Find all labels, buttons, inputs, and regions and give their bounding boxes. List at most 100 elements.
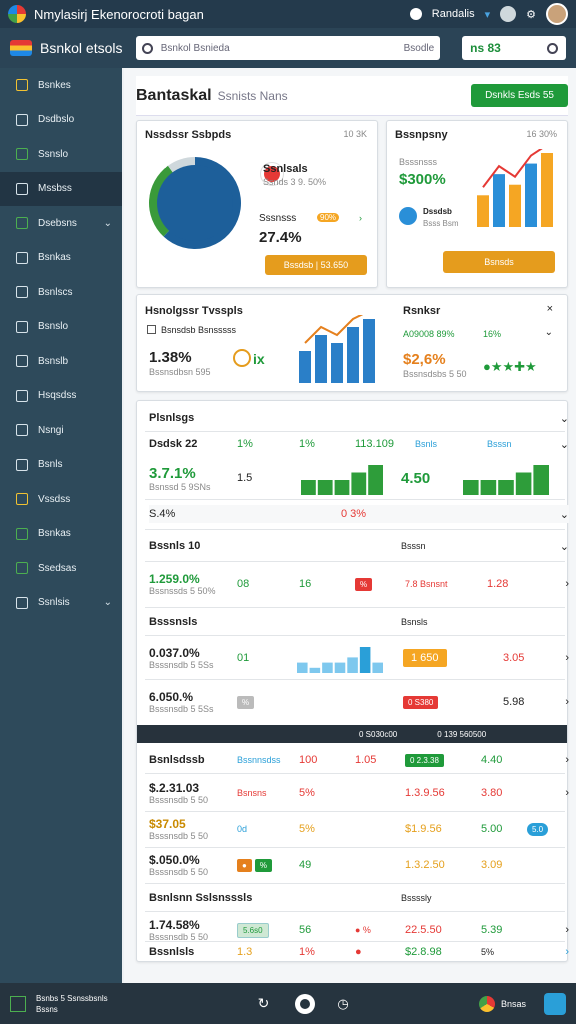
row-c: $2.8.98 — [405, 946, 442, 958]
bar — [541, 153, 553, 227]
sidebar-item-label: Vssdss — [38, 493, 71, 505]
sidebar-item[interactable]: Dsebsns ⌄ — [0, 206, 122, 241]
divider — [145, 607, 565, 608]
sidebar-item-icon — [16, 217, 28, 230]
chevron-down-icon[interactable]: ▾ — [485, 8, 491, 21]
chevron-down-icon[interactable]: ⌄ — [560, 412, 569, 425]
chevron-down-icon[interactable]: ⌄ — [104, 597, 112, 608]
row-d: 5.00 — [481, 823, 503, 835]
settings-icon[interactable]: ⚙ — [526, 8, 536, 21]
table-row[interactable]: 1.259.0% Bssnssds 5 50% 08 16 % 7.8 Bsns… — [149, 567, 569, 601]
sidebar-item[interactable]: Ssnlsis ⌄ — [0, 586, 122, 621]
page-header: Bantaskal Ssnists Nans Dsnkls Esds 55 — [136, 76, 568, 116]
table-row[interactable]: 0.037.0% Bsssnsdb 5 5Ss 01 1 650 3.05 › — [149, 641, 569, 675]
avatar[interactable] — [546, 3, 568, 25]
sidebar-item[interactable]: Hsqsdss — [0, 379, 122, 414]
user-label[interactable]: Randalis — [432, 8, 475, 20]
bar-chart — [463, 465, 549, 495]
row-small: Bsssnsdb 5 50 — [149, 831, 209, 841]
sidebar-item[interactable]: Vssdss — [0, 482, 122, 517]
row-a: 08 — [237, 578, 250, 590]
table-row[interactable]: 1.74.58% Bsssnsdb 5 50 5.6s0 56 ● % 22.5… — [149, 917, 569, 943]
table-row[interactable]: Dsdsk 22 1% 1% 113.109 Bsnls Bsssn ⌄ — [149, 435, 569, 453]
sidebar-item-icon — [16, 527, 28, 540]
table-row[interactable]: $37.05 Bsssnsdb 5 50 0d 5% $1.9.56 5.00 … — [149, 815, 569, 843]
page-title: Bantaskal — [136, 86, 212, 104]
row-c: $1.9.56 — [405, 823, 442, 835]
divider — [145, 883, 565, 884]
row-c: 1.3.9.56 — [405, 787, 445, 799]
sidebar-item[interactable]: Bsnkas — [0, 517, 122, 552]
chevron-right-icon[interactable]: › — [565, 946, 569, 958]
section-label: Bssnls 10 — [149, 540, 201, 552]
bar — [498, 480, 514, 495]
bottom-right-label[interactable]: Bnsas — [501, 999, 526, 1009]
sidebar-item[interactable]: Nsngi — [0, 413, 122, 448]
right-small: Bssnsdsbs 5 50 — [403, 369, 467, 379]
chevron-right-icon[interactable]: › — [565, 578, 569, 590]
sidebar-item[interactable]: Bsnlscs — [0, 275, 122, 310]
chevron-right-icon[interactable]: › — [565, 924, 569, 936]
app-icon[interactable] — [544, 992, 566, 1015]
close-icon[interactable]: × — [547, 303, 553, 315]
quick-search-input[interactable]: ns 83 — [462, 36, 566, 60]
table-row[interactable]: 3.7.1% Bsnssd 5 9SNs 1.5 4.50 — [149, 461, 569, 495]
sidebar-item-icon — [16, 182, 28, 195]
sidebar-item[interactable]: Dsdbslo — [0, 103, 122, 138]
bar — [351, 472, 367, 495]
refresh-icon[interactable]: ↻ — [258, 995, 270, 1012]
sidebar-item[interactable]: Bsnslb — [0, 344, 122, 379]
checkbox[interactable] — [147, 325, 156, 334]
row-b: 5% — [299, 787, 315, 799]
chevron-down-icon[interactable]: ⌄ — [545, 327, 553, 338]
sidebar-item[interactable]: Bsnkas — [0, 241, 122, 276]
section-header[interactable]: Bsnlsnn Sslsnsssls Bssssly — [149, 889, 569, 907]
section-header[interactable]: Bssnls 10 Bsssn ⌄ — [149, 537, 569, 555]
record-button[interactable] — [295, 993, 316, 1014]
table-row[interactable]: $.2.31.03 Bsssnsdb 5 50 Bsnsns 5% 1.3.9.… — [149, 779, 569, 807]
section-header[interactable]: Bsssnsls Bsnsls — [149, 613, 569, 631]
primary-action-button[interactable]: Dsnkls Esds 55 — [471, 84, 568, 107]
user-icon[interactable] — [409, 8, 422, 20]
chevron-down-icon[interactable]: ⌄ — [560, 540, 569, 553]
chevron-right-icon[interactable]: › — [565, 787, 569, 799]
sidebar-item[interactable]: Ssnslo — [0, 137, 122, 172]
ix-icon: ix — [253, 351, 265, 367]
bar — [347, 327, 359, 383]
notification-icon[interactable] — [500, 6, 517, 22]
section-header[interactable]: Bsnlsdssb Bssnnsdss 100 1.05 0 2.3.38 4.… — [149, 751, 569, 769]
chevron-right-icon[interactable]: › — [565, 696, 569, 708]
section-right: Bsssn — [401, 541, 426, 551]
avatar[interactable] — [478, 995, 495, 1012]
chevron-down-icon[interactable]: ⌄ — [560, 438, 569, 451]
table-row[interactable]: S.4% 0 3% ⌄ — [149, 505, 569, 523]
chevron-down-icon[interactable]: ⌄ — [560, 508, 569, 521]
search-input[interactable]: Bsnkol Bsnieda Bsodle — [135, 36, 441, 60]
row-tag: 0d — [237, 824, 248, 834]
chevron-right-icon[interactable]: › — [565, 652, 569, 664]
chevron-right-icon[interactable]: › — [359, 213, 362, 223]
card-action-button[interactable]: Bsnsds — [443, 251, 555, 273]
sidebar-item[interactable]: Mssbss — [0, 171, 122, 206]
table-row[interactable]: $.050.0% Bsssnsdb 5 50 ● % 49 1.3.2.50 3… — [149, 851, 569, 879]
chevron-right-icon[interactable]: › — [565, 754, 569, 766]
bottom-bar: Bsnbs 5 Ssnssbsnls Bssns ↻ ◷ Bnsas — [0, 983, 576, 1024]
sidebar-item[interactable]: Bsnslo — [0, 310, 122, 345]
sidebar-item[interactable]: Ssedsas — [0, 551, 122, 586]
cell: 3.7.1% Bsnssd 5 9SNs — [149, 465, 237, 492]
table-row[interactable]: Bssnlsls 1.3 1% ● $2.8.98 5% › — [149, 943, 569, 961]
row-chip[interactable]: 5.0 — [527, 822, 549, 836]
sidebar-item-icon — [16, 458, 28, 471]
sidebar-item[interactable]: Bsnls — [0, 448, 122, 483]
table-row[interactable]: 6.050.% Bsssnsdb 5 5Ss % 0 S380 5.98 › — [149, 685, 569, 719]
chart-icon — [233, 349, 251, 367]
sidebar-item-icon — [16, 148, 28, 161]
app-title: Nmylasirj Ekenorocroti bagan — [34, 6, 204, 22]
right-pct: 16% — [483, 329, 502, 339]
chart-icon[interactable] — [10, 995, 26, 1012]
clock-icon[interactable]: ◷ — [337, 996, 348, 1012]
card-action-button[interactable]: Bssdsb | 53.650 — [265, 255, 367, 275]
divider — [145, 773, 565, 774]
chevron-down-icon[interactable]: ⌄ — [104, 218, 112, 229]
sidebar-item[interactable]: Bsnkes — [0, 68, 122, 103]
